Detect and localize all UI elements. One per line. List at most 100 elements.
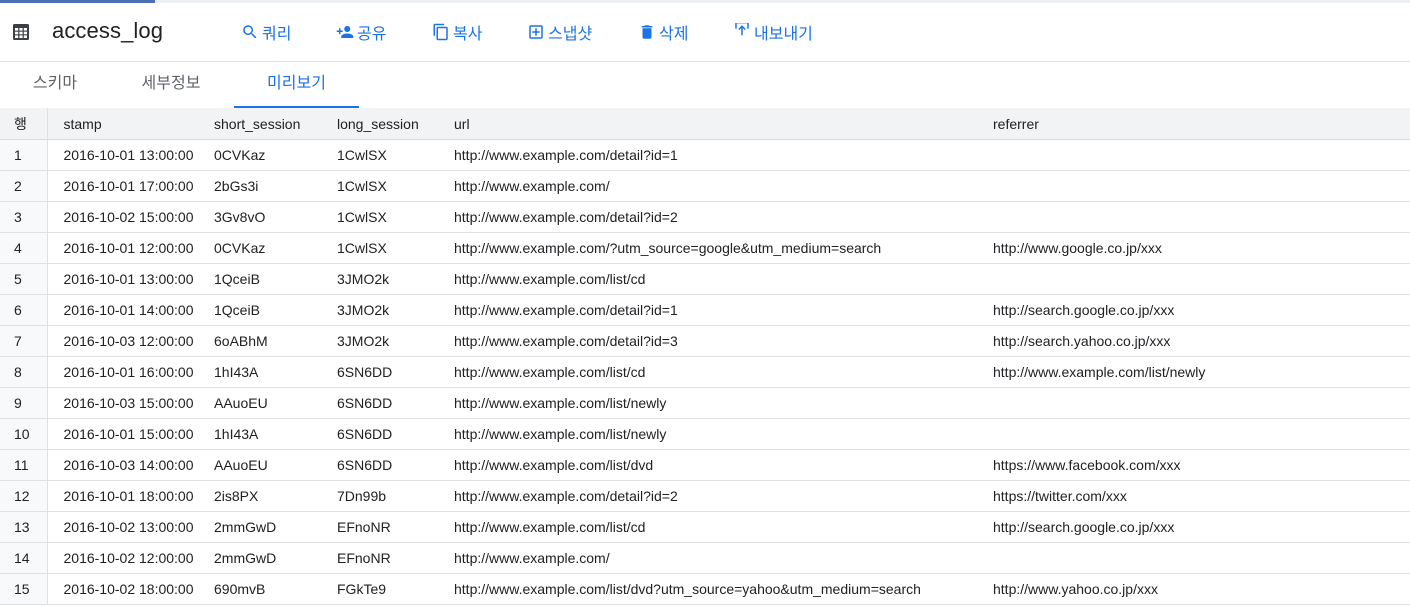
cell-row-number: 7 [0,325,48,357]
cell-url: http://www.example.com/detail?id=2 [454,480,993,512]
cell-short-session: 1QceiB [214,263,337,295]
delete-button[interactable]: 삭제 [637,20,732,44]
cell-long-session: EFnoNR [337,511,454,543]
cell-row-number: 14 [0,542,48,574]
cell-referrer [993,139,1410,171]
share-button[interactable]: 공유 [335,20,431,44]
cell-stamp: 2016-10-01 13:00:00 [47,139,214,171]
person-add-icon [335,22,355,42]
table-header-row: 행 stamp short_session long_session url r… [0,108,1410,140]
cell-row-number: 13 [0,511,48,543]
cell-url: http://www.example.com/list/cd [454,263,993,295]
cell-stamp: 2016-10-03 12:00:00 [47,325,214,357]
cell-row-number: 11 [0,449,48,481]
cell-url: http://www.example.com/detail?id=3 [454,325,993,357]
cell-row-number: 5 [0,263,48,295]
cell-url: http://www.example.com/?utm_source=googl… [454,232,993,264]
cell-url: http://www.example.com/detail?id=2 [454,201,993,233]
export-button-label: 내보내기 [754,26,813,43]
table-row: 3 2016-10-02 15:00:00 3Gv8vO 1CwlSX http://w… [0,201,1410,233]
cell-stamp: 2016-10-01 17:00:00 [47,170,214,202]
cell-row-number: 3 [0,201,48,233]
delete-button-label: 삭제 [659,26,689,43]
cell-referrer [993,170,1410,202]
cell-referrer [993,201,1410,233]
table-row: 4 2016-10-01 12:00:00 0CVKaz 1CwlSX http://w… [0,232,1410,264]
cell-row-number: 1 [0,139,48,171]
table-row: 15 2016-10-02 18:00:00 690mvB FGkTe9 http://… [0,573,1410,605]
cell-short-session: AAuoEU [214,387,337,419]
table-row: 7 2016-10-03 12:00:00 6oABhM 3JMO2k http://w… [0,325,1410,357]
cell-row-number: 12 [0,480,48,512]
cell-referrer: https://twitter.com/xxx [993,480,1410,512]
trash-icon [637,22,657,42]
cell-short-session: 1QceiB [214,294,337,326]
cell-long-session: 1CwlSX [337,170,454,202]
cell-stamp: 2016-10-01 15:00:00 [47,418,214,450]
cell-url: http://www.example.com/list/cd [454,511,993,543]
cell-stamp: 2016-10-01 13:00:00 [47,263,214,295]
cell-stamp: 2016-10-02 18:00:00 [47,573,214,605]
cell-stamp: 2016-10-03 15:00:00 [47,387,214,419]
action-toolbar: 쿼리 공유 복사 스냅샷 삭제 내보내기 [240,3,832,61]
table-row: 12 2016-10-01 18:00:00 2is8PX 7Dn99b http://… [0,480,1410,512]
cell-stamp: 2016-10-02 15:00:00 [47,201,214,233]
cell-short-session: 3Gv8vO [214,201,337,233]
export-icon [732,22,752,42]
column-header-short-session: short_session [214,108,337,140]
cell-stamp: 2016-10-01 18:00:00 [47,480,214,512]
cell-stamp: 2016-10-03 14:00:00 [47,449,214,481]
cell-url: http://www.example.com/list/dvd?utm_sour… [454,573,993,605]
cell-short-session: 2is8PX [214,480,337,512]
cell-url: http://www.example.com/ [454,170,993,202]
cell-referrer: http://www.google.co.jp/xxx [993,232,1410,264]
cell-long-session: 7Dn99b [337,480,454,512]
cell-long-session: 6SN6DD [337,387,454,419]
copy-button[interactable]: 복사 [431,20,526,44]
cell-referrer [993,263,1410,295]
table-row: 6 2016-10-01 14:00:00 1QceiB 3JMO2k http://w… [0,294,1410,326]
cell-referrer: http://search.yahoo.co.jp/xxx [993,325,1410,357]
copy-button-label: 복사 [453,26,483,43]
cell-referrer: http://search.google.co.jp/xxx [993,511,1410,543]
cell-long-session: 3JMO2k [337,294,454,326]
cell-short-session: 2mmGwD [214,511,337,543]
cell-row-number: 10 [0,418,48,450]
cell-long-session: 1CwlSX [337,201,454,233]
cell-row-number: 2 [0,170,48,202]
cell-long-session: 6SN6DD [337,356,454,388]
tab-details[interactable]: 세부정보 [116,62,226,106]
cell-row-number: 6 [0,294,48,326]
cell-row-number: 15 [0,573,48,605]
snapshot-icon [526,22,546,42]
table-header: access_log 쿼리 공유 복사 스냅샷 삭제 내보내기 [0,3,1410,62]
tab-schema[interactable]: 스키마 [0,62,110,106]
query-button-label: 쿼리 [262,26,292,43]
cell-short-session: 0CVKaz [214,232,337,264]
cell-url: http://www.example.com/list/newly [454,387,993,419]
cell-short-session: 6oABhM [214,325,337,357]
cell-stamp: 2016-10-01 14:00:00 [47,294,214,326]
share-button-label: 공유 [357,26,387,43]
cell-short-session: 1hI43A [214,418,337,450]
cell-referrer: http://www.example.com/list/newly [993,356,1410,388]
cell-url: http://www.example.com/list/cd [454,356,993,388]
query-button[interactable]: 쿼리 [240,20,335,44]
column-header-long-session: long_session [337,108,454,140]
cell-row-number: 4 [0,232,48,264]
page-title: access_log [52,18,164,43]
cell-url: http://www.example.com/list/newly [454,418,993,450]
cell-url: http://www.example.com/detail?id=1 [454,139,993,171]
snapshot-button[interactable]: 스냅샷 [526,20,637,44]
cell-short-session: 690mvB [214,573,337,605]
export-button[interactable]: 내보내기 [732,20,832,44]
cell-referrer [993,542,1410,574]
column-header-row-number: 행 [0,108,48,140]
cell-short-session: AAuoEU [214,449,337,481]
cell-url: http://www.example.com/list/dvd [454,449,993,481]
tab-bar: 스키마 세부정보 미리보기 [0,62,1410,109]
column-header-stamp: stamp [47,108,214,140]
tab-preview[interactable]: 미리보기 [234,62,359,108]
cell-stamp: 2016-10-01 12:00:00 [47,232,214,264]
cell-referrer: http://search.google.co.jp/xxx [993,294,1410,326]
